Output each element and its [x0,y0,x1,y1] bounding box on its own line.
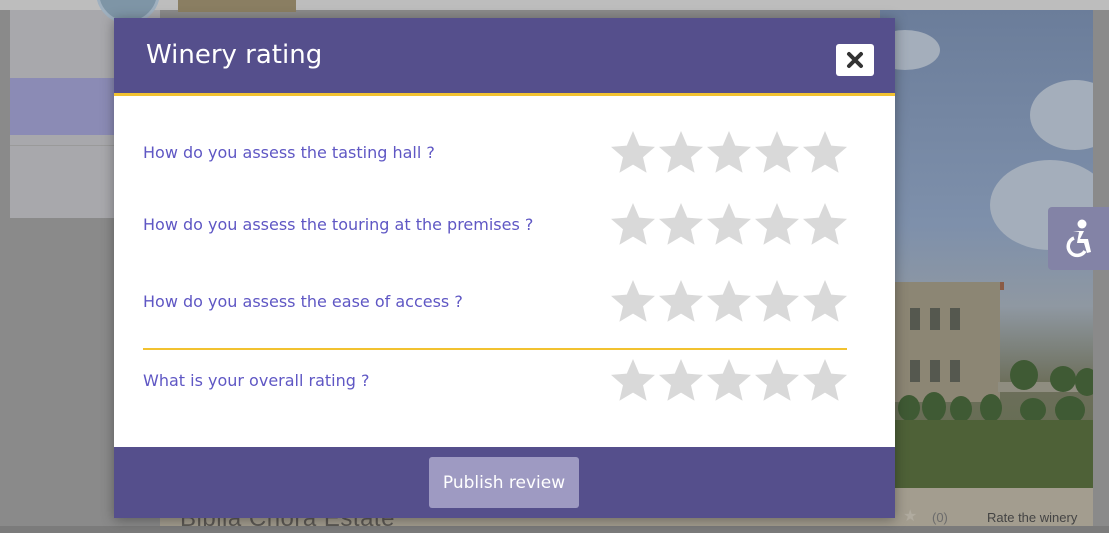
star-icon[interactable] [753,277,801,329]
star-icon[interactable] [657,356,705,408]
star-icon[interactable] [801,356,849,408]
question-ease-of-access: How do you assess the ease of access ? [143,277,849,329]
divider [143,348,847,350]
question-label: How do you assess the tasting hall ? [143,143,435,162]
modal-header: Winery rating [114,18,895,96]
star-icon[interactable] [609,356,657,408]
question-tasting-hall: How do you assess the tasting hall ? [143,128,849,180]
star-icon[interactable] [657,277,705,329]
star-icon[interactable] [801,128,849,180]
modal-title: Winery rating [146,40,323,70]
star-icon[interactable] [753,200,801,252]
question-touring: How do you assess the touring at the pre… [143,200,849,252]
accessibility-icon [1066,219,1091,257]
modal-footer: Publish review [114,447,895,518]
question-label: What is your overall rating ? [143,371,370,390]
close-button[interactable] [836,44,874,76]
star-rating [609,356,849,408]
star-icon[interactable] [657,200,705,252]
star-icon[interactable] [609,200,657,252]
close-icon [847,52,863,68]
question-label: How do you assess the touring at the pre… [143,215,534,234]
accessibility-button[interactable] [1048,207,1109,270]
star-icon[interactable] [705,200,753,252]
rating-count: (0) [932,510,948,525]
top-border [0,0,1109,10]
question-label: How do you assess the ease of access ? [143,292,463,311]
thumbnail-image [178,0,296,12]
publish-review-button[interactable]: Publish review [429,457,579,508]
star-icon[interactable] [705,356,753,408]
star-icon: ★ [903,508,918,525]
star-icon[interactable] [753,356,801,408]
star-icon[interactable] [705,128,753,180]
star-rating [609,200,849,252]
star-icon[interactable] [705,277,753,329]
rate-winery-link[interactable]: Rate the winery [987,510,1077,525]
star-icon[interactable] [801,200,849,252]
question-overall: What is your overall rating ? [143,356,849,408]
star-rating [609,277,849,329]
star-rating [609,128,849,180]
star-icon[interactable] [753,128,801,180]
star-icon[interactable] [609,128,657,180]
star-icon[interactable] [609,277,657,329]
star-icon[interactable] [657,128,705,180]
rating-modal: Winery rating How do you assess the tast… [114,18,895,518]
star-icon[interactable] [801,277,849,329]
